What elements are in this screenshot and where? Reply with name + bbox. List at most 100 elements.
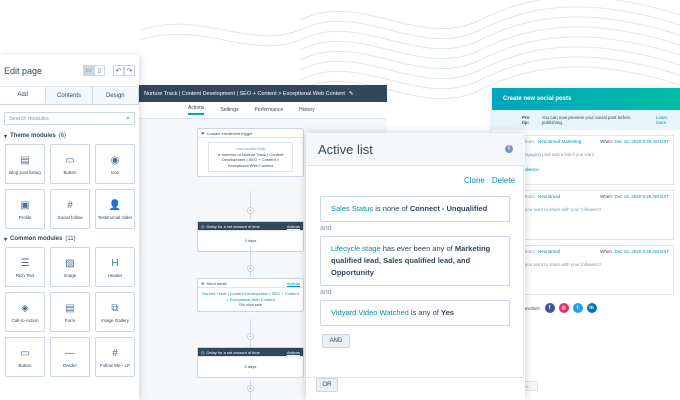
post-textarea[interactable]: Add an engaging post and a link if you w… bbox=[507, 152, 669, 157]
module-label: Image Gallery bbox=[100, 317, 129, 323]
mobile-icon[interactable]: ▯ bbox=[94, 65, 105, 76]
linkedin-icon[interactable]: in bbox=[586, 303, 597, 313]
module-tile[interactable]: ◉ Icon bbox=[95, 144, 135, 184]
module-tile[interactable]: ▭ Button bbox=[5, 337, 45, 377]
module-label: Call-to-Action bbox=[11, 317, 39, 323]
when-value: Dec 15, 2020 8:28 AM EST bbox=[614, 194, 669, 199]
instagram-icon[interactable]: ◎ bbox=[558, 303, 569, 313]
or-button[interactable]: OR bbox=[316, 378, 338, 392]
and-button[interactable]: AND bbox=[322, 334, 350, 348]
common-modules-header[interactable]: ▾ Common modules (11) bbox=[0, 233, 139, 247]
module-label: Button bbox=[63, 169, 77, 175]
module-tile[interactable]: 👤 Testimonial slider bbox=[95, 189, 135, 229]
social-post-card[interactable]: Sending from:New Breed MarketingWhen: De… bbox=[502, 135, 674, 185]
module-tile[interactable]: ☰ Rich Text bbox=[5, 247, 45, 287]
module-tile[interactable]: ▭ Button bbox=[50, 144, 90, 184]
chevron-down-icon: ▾ bbox=[4, 134, 8, 140]
schedule-another-row: Schedule another: f ◎ t in bbox=[504, 303, 680, 313]
audience-selector[interactable]: Public audience bbox=[507, 167, 669, 172]
tab-add[interactable]: Add bbox=[0, 87, 47, 104]
search-modules-input[interactable]: Search modules ⌕ bbox=[4, 112, 135, 125]
divider-icon: — bbox=[65, 347, 75, 359]
delete-link[interactable]: Delete bbox=[492, 176, 515, 185]
delay-node-2[interactable]: ◷ Delay for a set amount of time Actions… bbox=[197, 347, 304, 378]
pro-tip-text: You can now preview your social post bef… bbox=[541, 115, 631, 125]
tab-contents[interactable]: Contents bbox=[46, 87, 93, 104]
tab-settings[interactable]: Settings bbox=[220, 107, 238, 113]
filter-vidyard[interactable]: Vidyard Video Watched is any of Yes bbox=[320, 300, 510, 326]
when-field[interactable]: When: Dec 15, 2020 8:28 AM EST bbox=[600, 194, 669, 199]
trigger-header-text: Contact enrollment trigger bbox=[206, 130, 253, 136]
modal-title: Active list bbox=[318, 141, 373, 157]
tab-actions[interactable]: Actions bbox=[188, 105, 205, 115]
common-modules-title: Common modules bbox=[10, 236, 63, 242]
post-textarea[interactable]: What do you want to share with your foll… bbox=[507, 207, 669, 212]
delay-body: 5 days bbox=[244, 364, 257, 369]
module-label: Rich Text bbox=[15, 272, 35, 278]
module-tile[interactable]: ▨ Image bbox=[50, 247, 90, 287]
module-label: Social follow bbox=[57, 214, 83, 220]
editor-header: Edit page ▭ ▯ ↶ ↷ bbox=[0, 55, 139, 87]
theme-modules-title: Theme modules bbox=[10, 133, 56, 139]
tab-design[interactable]: Design bbox=[92, 87, 139, 104]
filter-sales-status[interactable]: Sales Status is none of Connect - Unqual… bbox=[320, 196, 510, 222]
account-select[interactable]: New Breed bbox=[538, 194, 560, 199]
module-tile[interactable]: # Follow Me - LP bbox=[95, 337, 135, 377]
trigger-header: ⚑ Contact enrollment trigger bbox=[198, 129, 303, 138]
module-tile[interactable]: ▣ Profile bbox=[5, 189, 45, 229]
filter-value: Connect - Unqualified bbox=[409, 204, 488, 213]
email-link[interactable]: Nurture Track | Content Development | SE… bbox=[202, 291, 299, 302]
campaign-field[interactable]: Campaign campaign bbox=[504, 319, 680, 333]
pro-tip-label: Pro tip: bbox=[522, 115, 530, 125]
when-field[interactable]: When: Dec 15, 2020 8:28 AM EST bbox=[600, 139, 669, 144]
delay-header-text: Delay for a set amount of time bbox=[206, 223, 260, 229]
trigger-text-a: is member of bbox=[217, 151, 241, 157]
when-field[interactable]: When: Dec 15, 2020 8:28 AM EST bbox=[600, 249, 669, 254]
module-tile[interactable]: ▤ Blog post listing bbox=[5, 144, 45, 184]
filter-lifecycle-stage[interactable]: Lifecycle stage has ever been any of Mar… bbox=[320, 236, 510, 286]
add-action-plus-icon[interactable]: + bbox=[247, 385, 254, 392]
post-textarea[interactable]: What do you want to share with your foll… bbox=[507, 262, 669, 267]
social-post-card[interactable]: Sending from:New BreedWhen: Dec 15, 2020… bbox=[502, 245, 674, 295]
tab-history[interactable]: History bbox=[299, 107, 315, 113]
add-action-plus-icon[interactable]: + bbox=[247, 207, 254, 214]
filter-area: Clone Delete Sales Status is none of Con… bbox=[306, 166, 524, 378]
learn-more-link[interactable]: Learn more. bbox=[656, 115, 680, 125]
actions-dropdown[interactable]: Actions bbox=[287, 281, 300, 286]
actions-dropdown[interactable]: Actions bbox=[287, 224, 300, 229]
twitter-icon[interactable]: t bbox=[572, 303, 583, 313]
when-label: When: bbox=[600, 194, 614, 199]
module-tile[interactable]: ▤ Form bbox=[50, 292, 90, 332]
add-action-plus-icon[interactable]: + bbox=[247, 333, 254, 340]
account-select[interactable]: New Breed bbox=[538, 249, 560, 254]
module-tile[interactable]: # Social follow bbox=[50, 189, 90, 229]
desktop-icon[interactable]: ▭ bbox=[83, 65, 94, 76]
theme-modules-grid: ▤ Blog post listing ▭ Button ◉ Icon ▣ Profile # S… bbox=[0, 144, 139, 229]
redo-icon[interactable]: ↷ bbox=[124, 65, 135, 76]
module-label: Blog post listing bbox=[9, 169, 41, 175]
add-action-plus-icon[interactable]: + bbox=[247, 265, 254, 272]
account-select[interactable]: New Breed Marketing bbox=[538, 139, 581, 144]
when-value: Dec 15, 2020 8:28 AM EST bbox=[614, 249, 669, 254]
module-label: Header bbox=[107, 272, 123, 278]
common-modules-grid: ☰ Rich Text ▨ Image H Header ◈ Call-to-Action ▤ F… bbox=[0, 247, 139, 377]
module-tile[interactable]: — Divider bbox=[50, 337, 90, 377]
button-icon: ▭ bbox=[20, 347, 30, 359]
undo-redo-group: ↶ ↷ bbox=[113, 65, 135, 76]
edit-pencil-icon[interactable]: ✎ bbox=[349, 91, 354, 97]
enrollment-trigger-node[interactable]: ⚑ Contact enrollment trigger List member… bbox=[197, 128, 304, 177]
module-tile[interactable]: ⧉ Image Gallery bbox=[95, 292, 135, 332]
actions-dropdown[interactable]: Actions bbox=[287, 350, 300, 355]
send-email-node[interactable]: ✉ Send email Actions Nurture Track | Con… bbox=[197, 278, 304, 312]
module-tile[interactable]: ◈ Call-to-Action bbox=[5, 292, 45, 332]
social-post-card[interactable]: Sending from:New BreedWhen: Dec 15, 2020… bbox=[502, 190, 674, 240]
target-icon: ◉ bbox=[110, 154, 120, 166]
info-icon[interactable]: i bbox=[505, 145, 513, 153]
theme-modules-header[interactable]: ▾ Theme modules (6) bbox=[0, 130, 139, 144]
facebook-icon[interactable]: f bbox=[544, 303, 555, 313]
clone-link[interactable]: Clone bbox=[464, 176, 485, 185]
undo-icon[interactable]: ↶ bbox=[113, 65, 124, 76]
module-tile[interactable]: H Header bbox=[95, 247, 135, 287]
tab-performance[interactable]: Performance bbox=[254, 107, 283, 113]
campaign-value: campaign bbox=[504, 326, 680, 333]
